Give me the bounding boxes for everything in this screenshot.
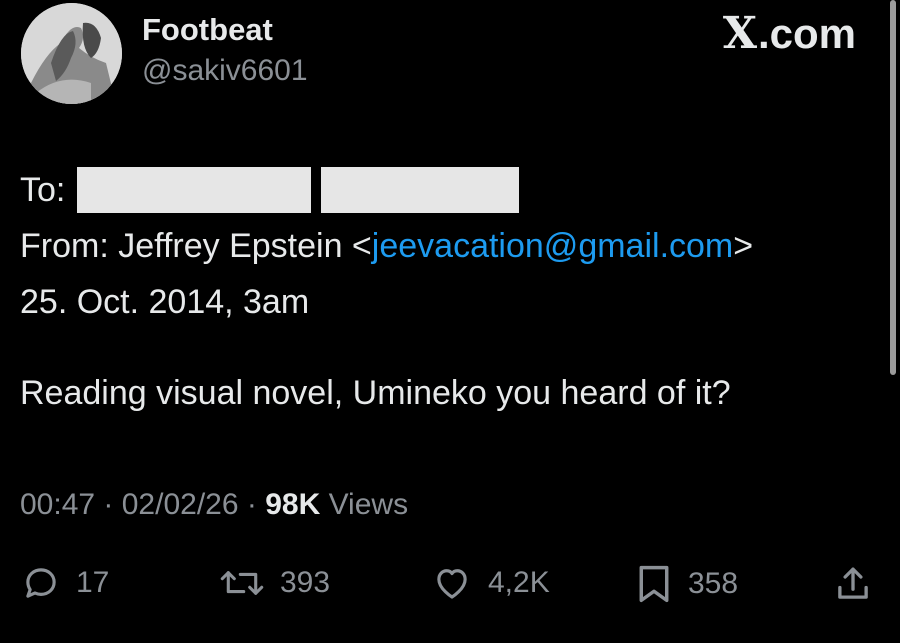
repost-button[interactable]: 393 bbox=[218, 562, 330, 604]
display-name[interactable]: Footbeat bbox=[142, 12, 273, 48]
avatar[interactable] bbox=[21, 3, 122, 104]
email-address-link[interactable]: jeevacation@gmail.com bbox=[372, 218, 733, 274]
x-logo-suffix: .com bbox=[757, 10, 856, 57]
reply-icon bbox=[26, 568, 56, 598]
views-count: 98K bbox=[265, 488, 321, 521]
meta-separator: · bbox=[95, 488, 122, 521]
post-meta: 00:47 · 02/02/26 · 98K Views bbox=[20, 488, 408, 522]
redaction-box bbox=[77, 167, 312, 213]
post-text: Reading visual novel, Umineko you heard … bbox=[20, 374, 731, 412]
repost-count: 393 bbox=[280, 566, 331, 599]
meta-separator: · bbox=[238, 488, 266, 521]
x-logo: X .com bbox=[723, 8, 856, 59]
post-date[interactable]: 02/02/26 bbox=[122, 488, 239, 521]
user-handle[interactable]: @sakiv6601 bbox=[142, 54, 308, 88]
email-from-line: From: Jeffrey Epstein < jeevacation@gmail… bbox=[20, 218, 753, 274]
bookmark-count: 358 bbox=[688, 567, 739, 600]
bookmark-button[interactable]: 358 bbox=[634, 562, 738, 606]
like-button[interactable]: 4,2K bbox=[430, 562, 550, 604]
share-button[interactable] bbox=[832, 562, 874, 606]
repost-icon bbox=[220, 571, 264, 595]
redaction-box bbox=[321, 167, 520, 213]
scrollbar[interactable] bbox=[890, 0, 896, 375]
avatar-image bbox=[21, 3, 122, 104]
like-count: 4,2K bbox=[488, 566, 550, 599]
post-time[interactable]: 00:47 bbox=[20, 488, 95, 521]
reply-button[interactable]: 17 bbox=[20, 562, 109, 604]
like-icon bbox=[437, 569, 467, 599]
action-bar: 17 393 4,2K 358 bbox=[20, 562, 880, 610]
email-header: To: From: Jeffrey Epstein < jeevacation@g… bbox=[20, 162, 753, 330]
views-label: Views bbox=[320, 488, 409, 521]
email-to-line: To: bbox=[20, 162, 753, 218]
bookmark-icon bbox=[639, 565, 669, 603]
email-to-label: To: bbox=[20, 171, 66, 209]
email-from-close: > bbox=[733, 227, 754, 265]
email-from-label: From: Jeffrey Epstein < bbox=[20, 227, 372, 265]
email-date: 25. Oct. 2014, 3am bbox=[20, 283, 310, 321]
reply-count: 17 bbox=[76, 566, 110, 599]
x-logo-glyph: X bbox=[722, 8, 757, 59]
share-icon bbox=[838, 567, 868, 599]
